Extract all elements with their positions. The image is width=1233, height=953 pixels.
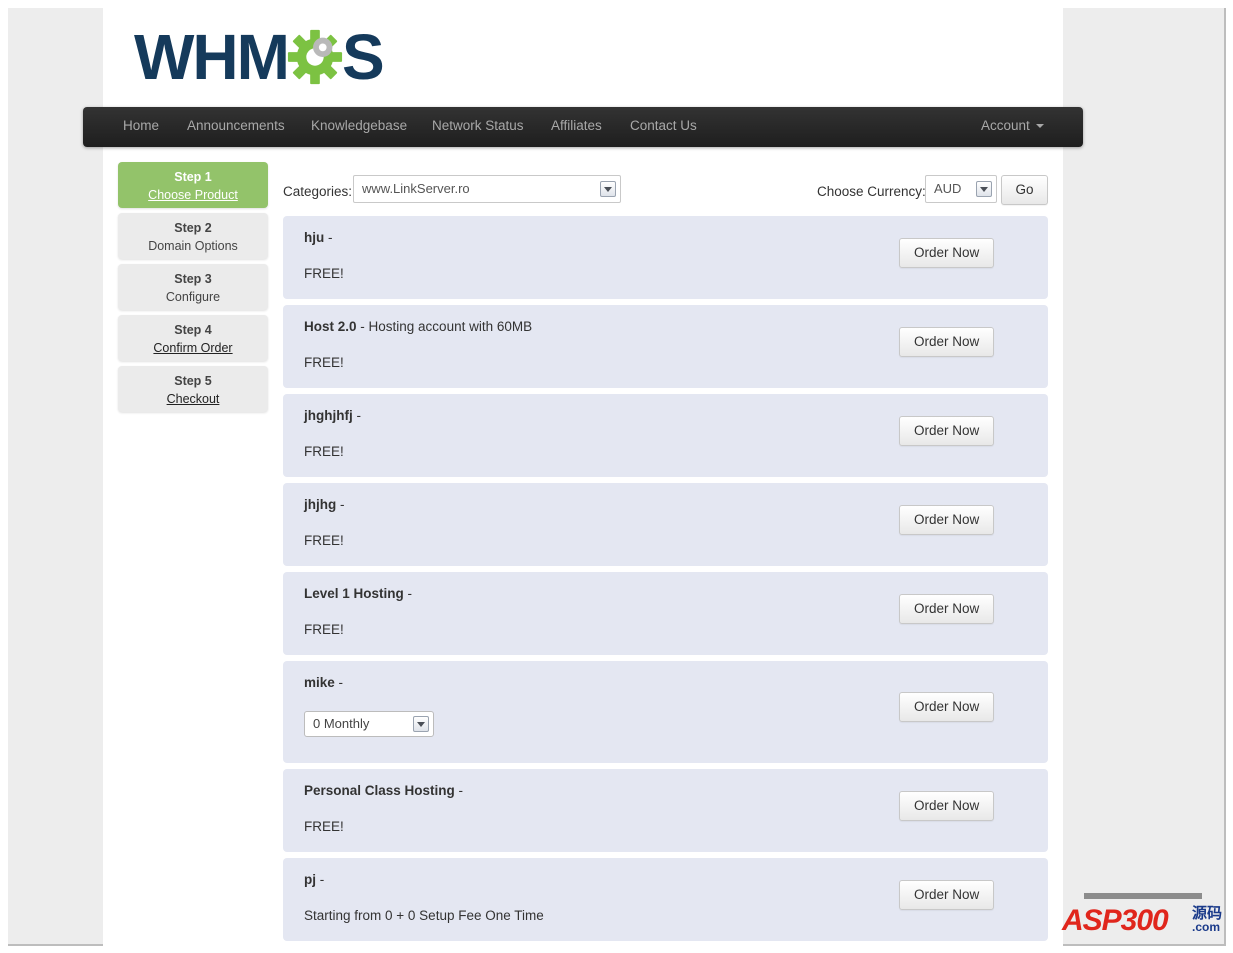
step-title: Step 3 <box>174 272 212 286</box>
step-label[interactable]: Choose Product <box>118 186 268 204</box>
main-navbar: Home Announcements Knowledgebase Network… <box>83 107 1083 147</box>
step-label[interactable]: Confirm Order <box>118 339 268 357</box>
product-name: mike <box>304 675 335 690</box>
product-name: hju <box>304 230 325 245</box>
product-name: Level 1 Hosting <box>304 586 404 601</box>
product-price: Starting from 0 + 0 Setup Fee One Time <box>304 908 544 923</box>
step-title: Step 5 <box>174 374 212 388</box>
nav-affiliates[interactable]: Affiliates <box>551 107 602 147</box>
product-name: Personal Class Hosting <box>304 783 455 798</box>
product-title: hju - <box>304 230 333 245</box>
category-value: www.LinkServer.ro <box>362 181 470 196</box>
product-title: pj - <box>304 872 324 887</box>
watermark-bar <box>1084 893 1202 899</box>
product-card: jhghjhfj - FREE! Order Now <box>283 394 1048 477</box>
product-description: - <box>324 230 333 245</box>
dropdown-arrow-icon <box>600 181 616 197</box>
product-price: FREE! <box>304 533 344 548</box>
watermark-com: .com <box>1192 920 1221 934</box>
product-description: - <box>334 675 344 690</box>
product-title: Host 2.0 - Hosting account with 60MB <box>304 319 532 334</box>
product-price: FREE! <box>304 355 344 370</box>
product-price: FREE! <box>304 622 344 637</box>
billing-cycle-value: 0 Monthly <box>313 716 370 731</box>
product-name: jhghjhfj <box>304 408 353 423</box>
product-name: pj <box>304 872 316 887</box>
order-now-button[interactable]: Order Now <box>899 327 995 357</box>
logo-text-right: S <box>341 21 385 93</box>
nav-account-label: Account <box>981 118 1030 133</box>
step-title: Step 1 <box>174 170 212 184</box>
asp300-watermark: ASP300 源码 .com <box>1050 880 1228 948</box>
product-description: - <box>352 408 361 423</box>
product-price: FREE! <box>304 444 344 459</box>
dropdown-arrow-icon <box>413 716 429 732</box>
product-card: mike - 0 Monthly Order Now <box>283 661 1048 763</box>
currency-select[interactable]: AUD <box>925 175 997 203</box>
caret-down-icon <box>1035 124 1044 129</box>
order-now-button[interactable]: Order Now <box>899 416 995 446</box>
product-title: Level 1 Hosting - <box>304 586 412 601</box>
step-1-choose-product[interactable]: Step 1 Choose Product <box>118 162 268 208</box>
product-title: Personal Class Hosting - <box>304 783 463 798</box>
nav-network-status[interactable]: Network Status <box>432 107 524 147</box>
step-4-confirm-order[interactable]: Step 4 Confirm Order <box>118 315 268 361</box>
step-3-configure: Step 3 Configure <box>118 264 268 310</box>
product-card: hju - FREE! Order Now <box>283 216 1048 299</box>
logo-text-left: WHM <box>134 21 290 93</box>
nav-announcements[interactable]: Announcements <box>187 107 285 147</box>
product-name: jhjhg <box>304 497 337 512</box>
step-title: Step 2 <box>174 221 212 235</box>
order-now-button[interactable]: Order Now <box>899 692 995 722</box>
currency-label: Choose Currency: <box>817 184 926 199</box>
gear-logo-icon <box>287 29 343 85</box>
step-5-checkout[interactable]: Step 5 Checkout <box>118 366 268 412</box>
product-title: jhjhg - <box>304 497 345 512</box>
product-price: FREE! <box>304 819 344 834</box>
step-label[interactable]: Checkout <box>118 390 268 408</box>
nav-knowledgebase[interactable]: Knowledgebase <box>311 107 407 147</box>
currency-value: AUD <box>934 181 962 196</box>
order-now-button[interactable]: Order Now <box>899 505 995 535</box>
dropdown-arrow-icon <box>976 181 992 197</box>
product-card: jhjhg - FREE! Order Now <box>283 483 1048 566</box>
whmcs-logo[interactable]: WHM S <box>134 21 385 93</box>
order-now-button[interactable]: Order Now <box>899 880 995 910</box>
product-card: Personal Class Hosting - FREE! Order Now <box>283 769 1048 852</box>
nav-contact-us[interactable]: Contact Us <box>630 107 697 147</box>
step-label: Configure <box>165 290 221 304</box>
category-select[interactable]: www.LinkServer.ro <box>353 175 621 203</box>
order-now-button[interactable]: Order Now <box>899 594 995 624</box>
product-card: Level 1 Hosting - FREE! Order Now <box>283 572 1048 655</box>
product-description: - <box>316 872 325 887</box>
order-now-button[interactable]: Order Now <box>899 791 995 821</box>
nav-home[interactable]: Home <box>123 107 159 147</box>
product-description: - <box>454 783 464 798</box>
product-title: jhghjhfj - <box>304 408 361 423</box>
order-now-button[interactable]: Order Now <box>899 238 995 268</box>
product-description: - Hosting account with 60MB <box>356 319 533 334</box>
product-price: FREE! <box>304 266 344 281</box>
categories-label: Categories: <box>283 184 353 199</box>
step-2-domain-options: Step 2 Domain Options <box>118 213 268 259</box>
product-description: - <box>403 586 413 601</box>
watermark-brand: ASP300 <box>1062 904 1169 937</box>
product-card: Host 2.0 - Hosting account with 60MB FRE… <box>283 305 1048 388</box>
product-card: pj - Starting from 0 + 0 Setup Fee One T… <box>283 858 1048 941</box>
product-name: Host 2.0 <box>304 319 357 334</box>
billing-cycle-select[interactable]: 0 Monthly <box>304 711 434 737</box>
step-label: Domain Options <box>148 239 238 253</box>
nav-account-dropdown[interactable]: Account <box>981 107 1044 147</box>
go-button[interactable]: Go <box>1001 175 1048 205</box>
step-title: Step 4 <box>174 323 212 337</box>
product-description: - <box>336 497 345 512</box>
product-title: mike - <box>304 675 343 690</box>
